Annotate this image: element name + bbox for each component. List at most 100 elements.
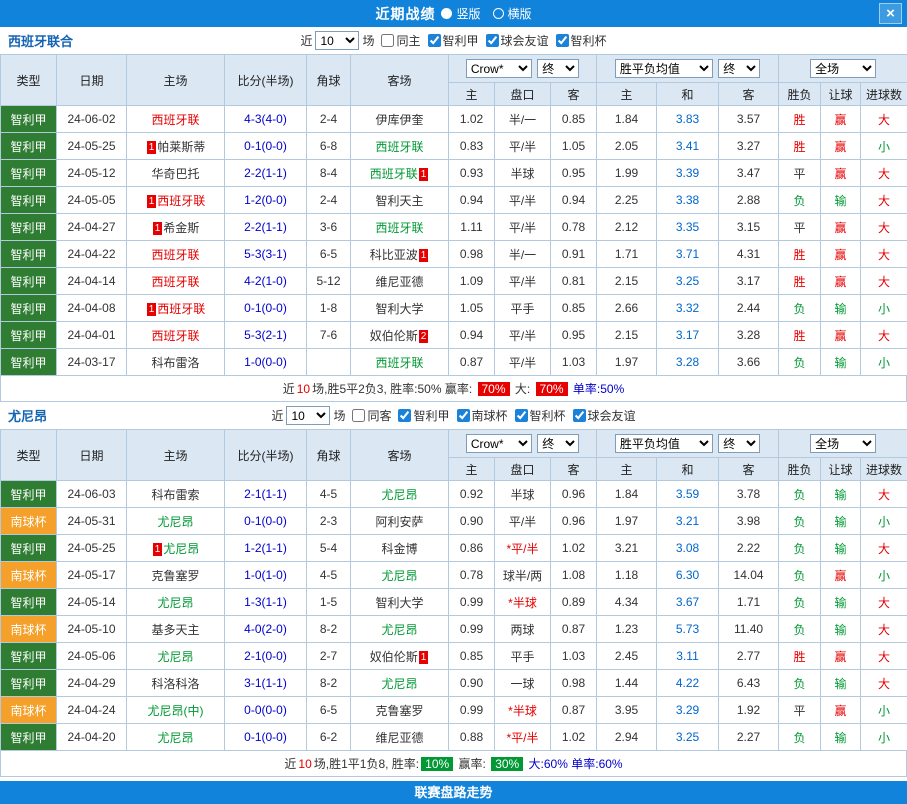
score-cell[interactable]: 0-1(0-0) [225, 295, 307, 322]
league-trend-bar[interactable]: 联赛盘路走势 [0, 781, 907, 804]
home-team-cell[interactable]: 科布雷索 [127, 481, 225, 508]
odds-final-select[interactable]: 终 [537, 59, 579, 78]
asian-away-odds: 0.85 [551, 295, 597, 322]
away-team-cell[interactable]: 维尼亚德 [351, 724, 449, 751]
filter-checkbox-智利杯[interactable]: 智利杯 [515, 407, 566, 424]
score-cell[interactable]: 1-2(1-1) [225, 535, 307, 562]
score-cell[interactable]: 1-2(0-0) [225, 187, 307, 214]
europe-final-select[interactable]: 终 [718, 59, 760, 78]
score-cell[interactable]: 0-1(0-0) [225, 508, 307, 535]
home-team-cell[interactable]: 西班牙联 [127, 241, 225, 268]
score-cell[interactable]: 1-3(1-1) [225, 589, 307, 616]
near-count-select[interactable]: 10 [315, 31, 359, 50]
home-team-cell[interactable]: 1希金斯 [127, 214, 225, 241]
filter-checkbox-同主[interactable]: 同主 [381, 32, 420, 49]
away-team-cell[interactable]: 科比亚波1 [351, 241, 449, 268]
home-team-cell[interactable]: 尤尼昂(中) [127, 697, 225, 724]
scope-select[interactable]: 全场 [810, 434, 876, 453]
home-team-cell[interactable]: 尤尼昂 [127, 724, 225, 751]
score-cell[interactable]: 0-1(0-0) [225, 133, 307, 160]
away-team-cell[interactable]: 尤尼昂 [351, 616, 449, 643]
score-cell[interactable]: 1-0(0-0) [225, 349, 307, 376]
filter-checkbox[interactable] [381, 34, 394, 47]
filter-checkbox[interactable] [457, 409, 470, 422]
away-team-cell[interactable]: 科金博 [351, 535, 449, 562]
filter-checkbox[interactable] [486, 34, 499, 47]
europe-company-select[interactable]: 胜平负均值 [615, 434, 713, 453]
horizontal-radio[interactable] [493, 8, 504, 19]
home-team-cell[interactable]: 1帕莱斯蒂 [127, 133, 225, 160]
filter-checkbox[interactable] [398, 409, 411, 422]
home-team-cell[interactable]: 西班牙联 [127, 268, 225, 295]
filter-checkbox[interactable] [556, 34, 569, 47]
score-cell[interactable]: 0-1(0-0) [225, 724, 307, 751]
filter-checkbox-球会友谊[interactable]: 球会友谊 [573, 407, 636, 424]
score-cell[interactable]: 4-2(1-0) [225, 268, 307, 295]
home-team-cell[interactable]: 科布雷洛 [127, 349, 225, 376]
horizontal-radio-label[interactable]: 横版 [508, 5, 532, 22]
score-cell[interactable]: 2-2(1-1) [225, 214, 307, 241]
away-team-cell[interactable]: 维尼亚德 [351, 268, 449, 295]
home-team-cell[interactable]: 基多天主 [127, 616, 225, 643]
away-team-cell[interactable]: 西班牙联 [351, 133, 449, 160]
near-count-select[interactable]: 10 [286, 406, 330, 425]
home-team-cell[interactable]: 1西班牙联 [127, 295, 225, 322]
away-team-cell[interactable]: 智利大学 [351, 589, 449, 616]
home-team-cell[interactable]: 西班牙联 [127, 322, 225, 349]
home-team-cell[interactable]: 尤尼昂 [127, 589, 225, 616]
away-team-cell[interactable]: 克鲁塞罗 [351, 697, 449, 724]
away-team-cell[interactable]: 奴伯伦斯1 [351, 643, 449, 670]
away-team-cell[interactable]: 西班牙联 [351, 349, 449, 376]
asian-away-odds: 1.05 [551, 133, 597, 160]
filter-checkbox-智利甲[interactable]: 智利甲 [398, 407, 449, 424]
asian-home-odds: 0.90 [449, 508, 495, 535]
score-cell[interactable]: 5-3(2-1) [225, 322, 307, 349]
odds-company-select[interactable]: Crow* [466, 434, 532, 453]
odds-company-select[interactable]: Crow* [466, 59, 532, 78]
away-team-cell[interactable]: 西班牙联1 [351, 160, 449, 187]
filter-checkbox-智利杯[interactable]: 智利杯 [556, 32, 607, 49]
home-team-cell[interactable]: 1尤尼昂 [127, 535, 225, 562]
filter-checkbox[interactable] [515, 409, 528, 422]
filter-checkbox[interactable] [428, 34, 441, 47]
score-cell[interactable]: 2-2(1-1) [225, 160, 307, 187]
filter-checkbox-同客[interactable]: 同客 [352, 407, 391, 424]
home-team-cell[interactable]: 华奇巴托 [127, 160, 225, 187]
score-cell[interactable]: 2-1(1-1) [225, 481, 307, 508]
score-cell[interactable]: 0-0(0-0) [225, 697, 307, 724]
away-team-cell[interactable]: 尤尼昂 [351, 670, 449, 697]
away-team-cell[interactable]: 尤尼昂 [351, 481, 449, 508]
home-team-cell[interactable]: 西班牙联 [127, 106, 225, 133]
away-team-cell[interactable]: 奴伯伦斯2 [351, 322, 449, 349]
europe-final-select[interactable]: 终 [718, 434, 760, 453]
score-cell[interactable]: 2-1(0-0) [225, 643, 307, 670]
vertical-radio-label[interactable]: 竖版 [456, 5, 480, 22]
away-team-cell[interactable]: 智利大学 [351, 295, 449, 322]
close-icon[interactable]: × [879, 3, 902, 24]
home-team-cell[interactable]: 1西班牙联 [127, 187, 225, 214]
home-team-cell[interactable]: 科洛科洛 [127, 670, 225, 697]
away-team-cell[interactable]: 阿利安萨 [351, 508, 449, 535]
score-cell[interactable]: 3-1(1-1) [225, 670, 307, 697]
filter-checkbox[interactable] [352, 409, 365, 422]
score-cell[interactable]: 4-3(4-0) [225, 106, 307, 133]
filter-checkbox-球会友谊[interactable]: 球会友谊 [486, 32, 549, 49]
score-cell[interactable]: 4-0(2-0) [225, 616, 307, 643]
score-cell[interactable]: 1-0(1-0) [225, 562, 307, 589]
vertical-radio[interactable] [441, 8, 452, 19]
scope-select[interactable]: 全场 [810, 59, 876, 78]
home-team-cell[interactable]: 尤尼昂 [127, 643, 225, 670]
odds-final-select[interactable]: 终 [537, 434, 579, 453]
filter-checkbox[interactable] [573, 409, 586, 422]
filter-checkbox-智利甲[interactable]: 智利甲 [428, 32, 479, 49]
away-team-cell[interactable]: 尤尼昂 [351, 562, 449, 589]
home-team-cell[interactable]: 克鲁塞罗 [127, 562, 225, 589]
filter-checkbox-南球杯[interactable]: 南球杯 [457, 407, 508, 424]
away-team-cell[interactable]: 西班牙联 [351, 214, 449, 241]
team-name: 西班牙联合 [8, 31, 73, 50]
away-team-cell[interactable]: 智利天主 [351, 187, 449, 214]
home-team-cell[interactable]: 尤尼昂 [127, 508, 225, 535]
away-team-cell[interactable]: 伊库伊奎 [351, 106, 449, 133]
score-cell[interactable]: 5-3(3-1) [225, 241, 307, 268]
europe-company-select[interactable]: 胜平负均值 [615, 59, 713, 78]
